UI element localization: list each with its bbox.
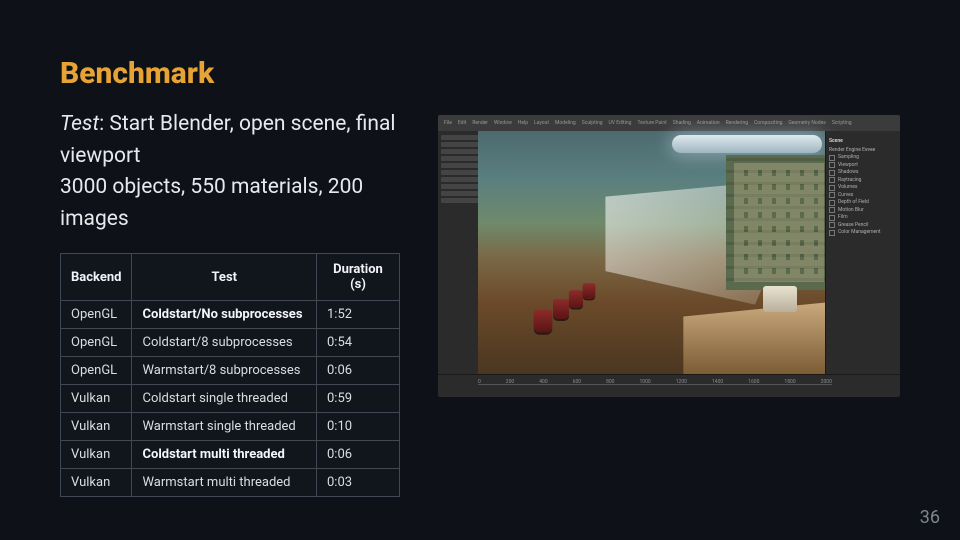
menu-item: Rendering [726,120,748,126]
cell-backend: OpenGL [61,357,132,385]
menu-item: Texture Paint [637,120,666,126]
cell-duration: 0:06 [317,441,400,469]
table-row: VulkanWarmstart multi threaded0:03 [61,469,400,497]
panel-header: Scene [829,138,897,146]
cell-duration: 0:10 [317,413,400,441]
panel-row: Motion Blur [829,207,897,215]
timeline-tick: 1000 [639,379,650,385]
menu-item: Layout [534,120,549,126]
th-test: Test [132,254,317,301]
blender-topbar: File Edit Render Window Help Layout Modeling Sc… [438,115,900,131]
render-engine-row: Render Engine Eevee [829,147,897,155]
wall-right [726,155,832,289]
timeline-tick: 400 [539,379,547,385]
panel-row: Volumes [829,184,897,192]
menu-item: Edit [458,120,466,126]
right-column: File Edit Render Window Help Layout Modeling Sc… [438,109,900,397]
cell-test: Warmstart single threaded [132,413,317,441]
panel-row: Shadows [829,169,897,177]
benchmark-table: Backend Test Duration (s) OpenGLColdstar… [60,253,400,497]
blender-viewport [478,131,832,375]
cell-backend: OpenGL [61,301,132,329]
cell-duration: 0:59 [317,385,400,413]
table-row: OpenGLColdstart/8 subprocesses0:54 [61,329,400,357]
cell-test: Coldstart/8 subprocesses [132,329,317,357]
menu-item: Sculpting [582,120,603,126]
blender-screenshot: File Edit Render Window Help Layout Modeling Sc… [438,115,900,397]
cell-backend: Vulkan [61,413,132,441]
menu-item: Window [494,120,512,126]
table-row: VulkanWarmstart single threaded0:10 [61,413,400,441]
menu-item: Compositing [754,120,782,126]
table-head: Backend Test Duration (s) [61,254,400,301]
menu-item: File [444,120,452,126]
th-duration: Duration (s) [317,254,400,301]
panel-row: Raytracing [829,177,897,185]
ceiling-lamp [672,135,822,153]
table-row: OpenGLWarmstart/8 subprocesses0:06 [61,357,400,385]
timeline-tick: 600 [573,379,581,385]
cell-test: Coldstart multi threaded [132,441,317,469]
panel-row: Grease Pencil [829,222,897,230]
barber-chairs [535,234,641,332]
menu-item: Modeling [555,120,576,126]
timeline-tick: 1800 [784,379,795,385]
table-body: OpenGLColdstart/No subprocesses1:52OpenG… [61,301,400,497]
menu-item: UV Editing [609,120,632,126]
timeline-ticks: 0 200 400 600 800 1000 1200 1400 1600 1800 2000 [478,379,832,385]
test-label: Test [60,112,99,136]
timeline-tick: 800 [606,379,614,385]
menu-item: Help [518,120,528,126]
test-line1: : Start Blender, open scene, final viewp… [60,112,396,168]
panel-row: Viewport [829,162,897,170]
menu-item: Geometry Nodes [788,120,825,126]
cell-duration: 0:03 [317,469,400,497]
th-backend: Backend [61,254,132,301]
counter-desk [683,302,832,375]
test-description: Test: Start Blender, open scene, final v… [60,109,400,235]
menu-item: Shading [673,120,691,126]
cell-duration: 1:52 [317,301,400,329]
cell-test: Coldstart/No subprocesses [132,301,317,329]
blender-properties-panel: SceneRender Engine EeveeSamplingViewport… [825,131,900,375]
slide-title: Benchmark [60,56,900,91]
timeline-tick: 0 [478,379,481,385]
cell-duration: 0:54 [317,329,400,357]
cell-backend: Vulkan [61,441,132,469]
timeline-tick: 1200 [676,379,687,385]
panel-row: Film [829,214,897,222]
cell-backend: Vulkan [61,385,132,413]
table-row: OpenGLColdstart/No subprocesses1:52 [61,301,400,329]
cell-backend: Vulkan [61,469,132,497]
timeline-tick: 2000 [821,379,832,385]
cell-test: Warmstart/8 subprocesses [132,357,317,385]
test-line2: 3000 objects, 550 materials, 200 images [60,175,363,231]
slide-body: Test: Start Blender, open scene, final v… [60,109,900,497]
panel-row: Sampling [829,154,897,162]
cash-register [763,286,797,312]
table-row: VulkanColdstart single threaded0:59 [61,385,400,413]
menu-item: Animation [697,120,720,126]
blender-timeline: 0 200 400 600 800 1000 1200 1400 1600 1800 2000 [438,374,900,397]
timeline-tick: 1400 [712,379,723,385]
cell-duration: 0:06 [317,357,400,385]
menu-item: Scripting [832,120,852,126]
table-row: VulkanColdstart multi threaded0:06 [61,441,400,469]
timeline-tick: 200 [506,379,514,385]
page-number: 36 [920,507,940,528]
cell-test: Warmstart multi threaded [132,469,317,497]
panel-row: Color Management [829,229,897,237]
menu-item: Render [472,120,488,126]
timeline-tick: 1600 [748,379,759,385]
cell-test: Coldstart single threaded [132,385,317,413]
panel-row: Depth of Field [829,199,897,207]
panel-row: Curves [829,192,897,200]
left-column: Test: Start Blender, open scene, final v… [60,109,400,497]
cell-backend: OpenGL [61,329,132,357]
